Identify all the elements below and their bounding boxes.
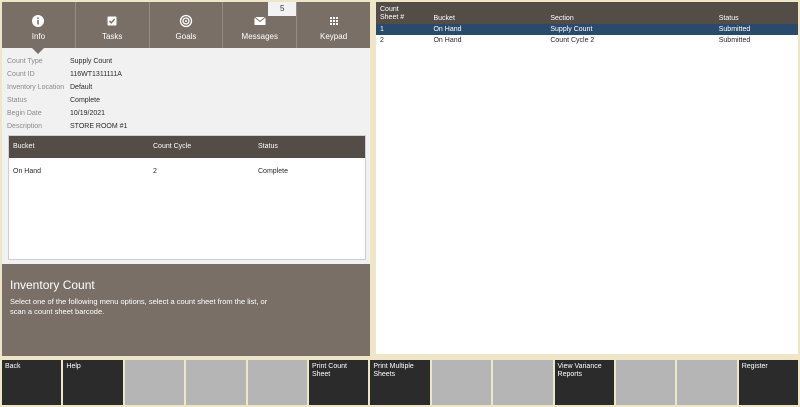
tab-label: Goals xyxy=(175,32,197,41)
tab-label: Info xyxy=(31,32,46,41)
header-line: Count xyxy=(380,6,399,13)
disabled-function-key xyxy=(615,360,676,405)
instruction-title: Inventory Count xyxy=(10,278,95,292)
cell-sheet-number: 1 xyxy=(380,26,384,33)
tab-keypad[interactable]: Keypad xyxy=(296,2,370,48)
detail-value: Complete xyxy=(70,97,100,104)
column-header-section: Section xyxy=(550,15,574,22)
column-header-status: Status xyxy=(718,15,739,22)
instruction-box: Inventory Count Select one of the follow… xyxy=(2,264,370,356)
tab-info[interactable]: Info xyxy=(2,2,75,54)
tab-label: Keypad xyxy=(320,32,348,41)
header-line: Sheet # xyxy=(380,14,405,21)
detail-value: Supply Count xyxy=(70,58,113,65)
cell-bucket: On Hand xyxy=(13,168,42,175)
cell-section: Supply Count xyxy=(550,26,593,33)
tab-label: Tasks xyxy=(101,32,123,41)
print-count-sheet-button[interactable]: Print Count Sheet xyxy=(308,360,369,405)
cell-count-cycle: 2 xyxy=(153,168,157,175)
disabled-function-key xyxy=(124,360,185,405)
detail-label: Status xyxy=(7,97,27,104)
column-header-bucket: Bucket xyxy=(433,15,455,22)
view-variance-reports-button[interactable]: View Variance Reports xyxy=(554,360,614,405)
column-header-count-cycle: Count Cycle xyxy=(153,143,192,150)
register-button[interactable]: Register xyxy=(738,360,799,405)
detail-value: 116WT1311111A xyxy=(70,71,122,78)
back-button[interactable]: Back xyxy=(2,360,62,405)
tab-goals[interactable]: Goals xyxy=(148,2,223,48)
tab-label: Messages xyxy=(241,32,279,41)
disabled-function-key xyxy=(677,360,737,405)
column-header-count-sheet: Count Sheet # xyxy=(380,6,433,22)
detail-label: Count Type xyxy=(7,58,43,65)
detail-value: STORE ROOM #1 xyxy=(70,123,128,130)
cell-status: Submitted xyxy=(718,37,751,44)
count-sheet-row[interactable]: 1 On Hand Supply Count Submitted xyxy=(376,24,798,35)
bucket-table: Bucket Count Cycle Status On Hand 2 Comp… xyxy=(8,135,366,260)
tab-bar: Info Tasks Goals 5 Messages Keypad xyxy=(2,2,370,54)
detail-label: Inventory Location xyxy=(7,84,65,91)
detail-value: 10/19/2021 xyxy=(70,110,106,117)
cell-section: Count Cycle 2 xyxy=(550,37,595,44)
count-sheet-row[interactable]: 2 On Hand Count Cycle 2 Submitted xyxy=(376,35,798,46)
detail-description: Description STORE ROOM #1 xyxy=(2,120,370,133)
keypad-icon xyxy=(329,17,338,25)
envelope-icon xyxy=(253,16,266,25)
instruction-text: Select one of the following menu options… xyxy=(10,297,268,316)
detail-inventory-location: Inventory Location Default xyxy=(2,81,370,94)
info-icon xyxy=(32,15,45,27)
count-sheet-table-header: Count Sheet # Bucket Section Status xyxy=(376,2,798,24)
detail-status: Status Complete xyxy=(2,94,370,107)
help-button[interactable]: Help xyxy=(63,360,123,405)
column-header-bucket: Bucket xyxy=(13,143,35,150)
function-key-bar: Back Help Print Count Sheet Print Multip… xyxy=(0,360,800,407)
detail-count-type: Count Type Supply Count xyxy=(2,55,370,68)
count-details: Count Type Supply Count Count ID 116WT13… xyxy=(2,55,370,133)
message-count-badge: 5 xyxy=(268,2,297,16)
disabled-function-key xyxy=(493,360,553,405)
disabled-function-key xyxy=(186,360,246,405)
detail-label: Description xyxy=(7,123,43,130)
detail-begin-date: Begin Date 10/19/2021 xyxy=(2,107,370,120)
checkbox-icon xyxy=(107,16,117,26)
cell-status: Complete xyxy=(258,168,288,175)
detail-label: Begin Date xyxy=(7,110,42,117)
cell-status: Submitted xyxy=(718,26,751,33)
count-info-panel: Info Tasks Goals 5 Messages Keypad Count… xyxy=(2,2,370,356)
count-sheet-list: Count Sheet # Bucket Section Status 1 On… xyxy=(376,2,798,354)
print-multiple-sheets-button[interactable]: Print Multiple Sheets xyxy=(370,360,430,405)
detail-count-id: Count ID 116WT1311111A xyxy=(2,68,370,81)
detail-label: Count ID xyxy=(7,71,35,78)
cell-sheet-number: 2 xyxy=(380,37,384,44)
tab-tasks[interactable]: Tasks xyxy=(74,2,149,48)
cell-bucket: On Hand xyxy=(433,26,462,33)
target-icon xyxy=(179,14,193,28)
cell-bucket: On Hand xyxy=(433,37,462,44)
disabled-function-key xyxy=(247,360,307,405)
disabled-function-key xyxy=(431,360,492,405)
tab-messages[interactable]: 5 Messages xyxy=(222,2,297,48)
detail-value: Default xyxy=(70,84,93,91)
column-header-status: Status xyxy=(258,143,278,150)
table-row[interactable]: On Hand 2 Complete xyxy=(9,158,365,186)
bucket-table-header: Bucket Count Cycle Status xyxy=(9,136,365,158)
